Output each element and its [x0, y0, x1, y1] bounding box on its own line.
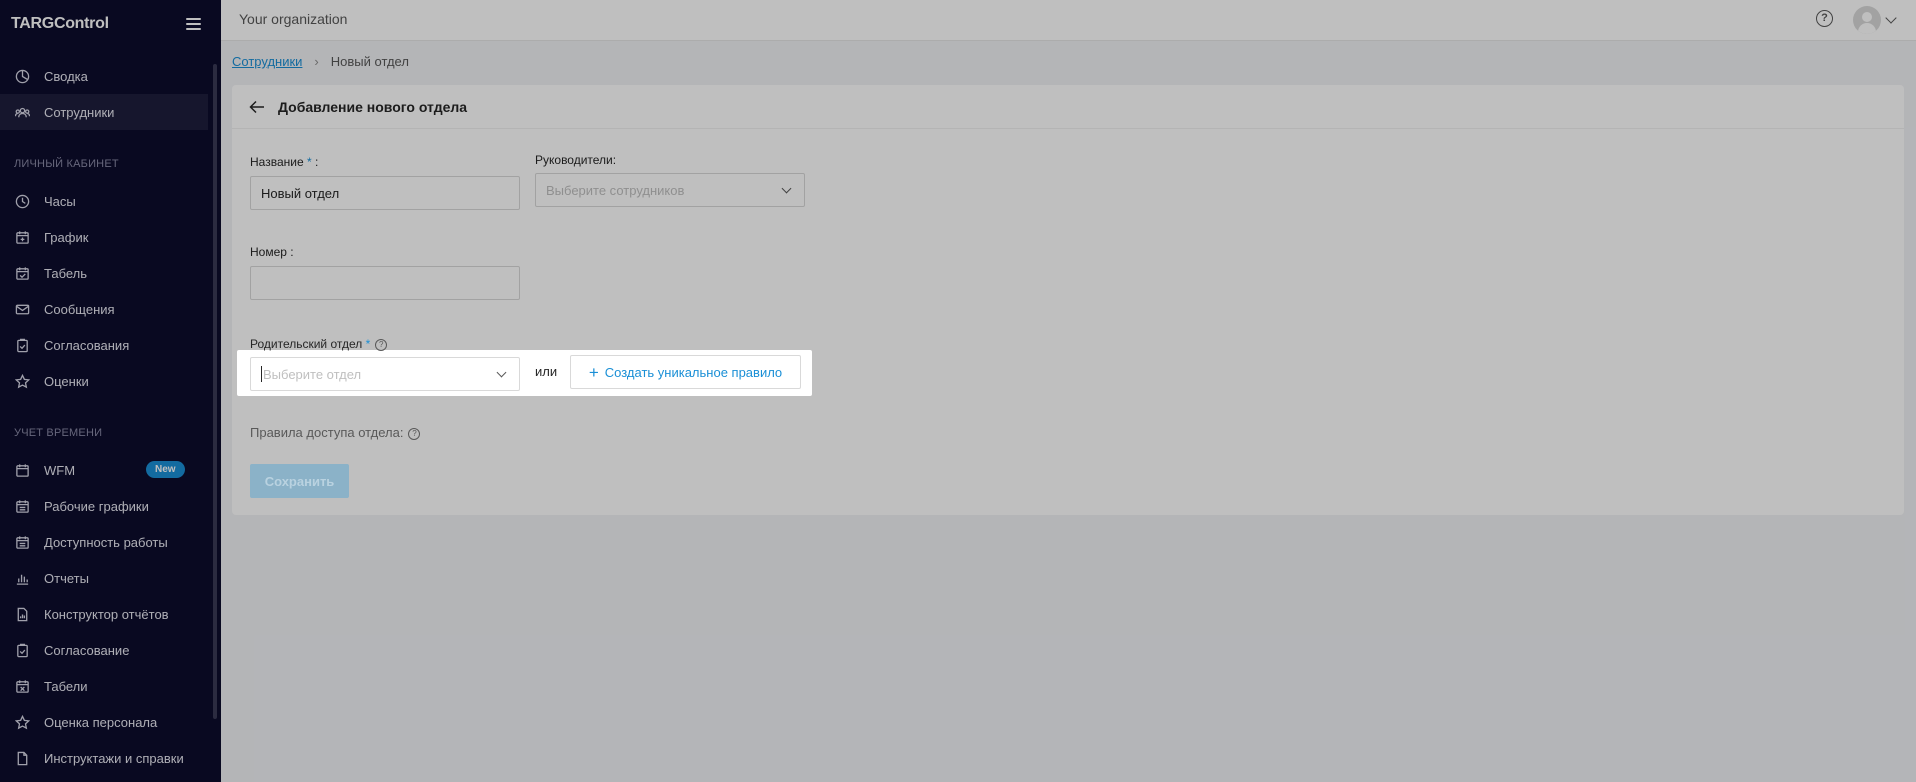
parent-placeholder: Выберите отдел [263, 366, 362, 382]
or-text: или [535, 364, 558, 379]
plus-icon: + [588, 362, 599, 382]
create-rule-label: Создать уникальное правило [604, 364, 783, 380]
save-button[interactable]: Сохранить [250, 464, 349, 498]
chevron-down-icon [496, 367, 507, 378]
access-rules-label: Правила доступа отдела:? [250, 425, 421, 440]
parent-department-select[interactable]: Выберите отдел [250, 357, 520, 391]
question-icon: ? [375, 338, 388, 351]
parent-label: Родительский отдел *? [250, 337, 388, 351]
question-icon: ? [408, 427, 421, 440]
text-cursor [261, 366, 262, 382]
create-rule-button[interactable]: + Создать уникальное правило [570, 355, 801, 389]
